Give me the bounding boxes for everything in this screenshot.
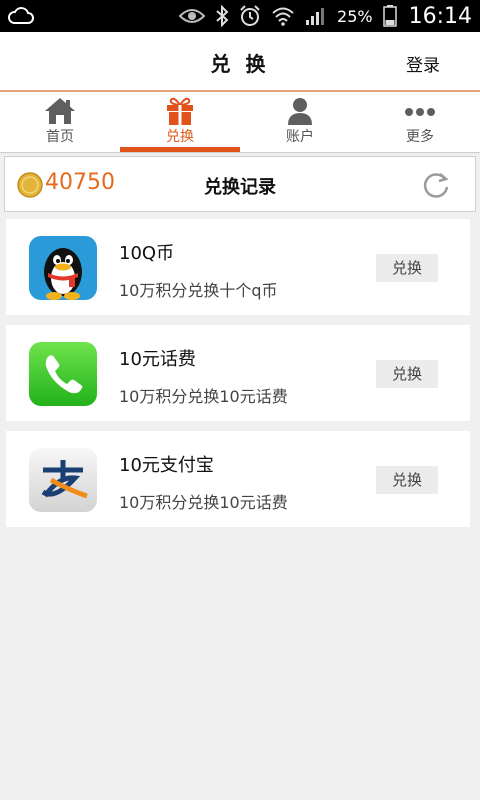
home-icon: [45, 98, 75, 124]
tab-label: 首页: [46, 129, 74, 145]
battery-icon: [382, 5, 397, 27]
user-icon: [288, 98, 312, 125]
item-name: 10元支付宝: [119, 455, 214, 476]
qq-penguin-icon: [29, 236, 97, 300]
app-header: 兑 换 登录: [0, 32, 480, 90]
item-description: 10万积分兑换10元话费: [119, 493, 288, 512]
login-button[interactable]: 登录: [406, 51, 440, 76]
clock: 16:14: [408, 3, 472, 29]
refresh-icon[interactable]: [421, 170, 451, 200]
item-description: 10万积分兑换10元话费: [119, 387, 288, 406]
redeem-button[interactable]: 兑换: [376, 360, 438, 388]
signal-icon: [306, 8, 325, 25]
list-item: 10元支付宝 10万积分兑换10元话费 兑换: [6, 431, 470, 527]
exchange-records-link[interactable]: 兑换记录: [5, 173, 475, 199]
tab-label: 账户: [286, 129, 314, 145]
item-name: 10元话费: [119, 349, 196, 370]
tab-bar: 首页 兑换 账户 更多: [0, 92, 480, 152]
eye-icon: [179, 9, 206, 23]
redeem-button[interactable]: 兑换: [376, 466, 438, 494]
list-item: 10元话费 10万积分兑换10元话费 兑换: [6, 325, 470, 421]
gift-icon: [167, 97, 193, 125]
alarm-icon: [240, 5, 260, 26]
wifi-icon: [272, 7, 294, 26]
tab-exchange[interactable]: 兑换: [120, 92, 240, 152]
tab-account[interactable]: 账户: [240, 92, 360, 152]
more-icon: [405, 108, 435, 116]
cloud-icon: [8, 7, 34, 24]
item-description: 10万积分兑换十个q币: [119, 281, 278, 300]
points-bar: 40750 兑换记录: [4, 156, 476, 212]
battery-percent: 25%: [337, 6, 373, 26]
redeem-button[interactable]: 兑换: [376, 254, 438, 282]
list-item: 10Q币 10万积分兑换十个q币 兑换: [6, 219, 470, 315]
tab-label: 更多: [406, 129, 434, 145]
phone-icon: [29, 342, 97, 406]
tab-bar-divider: [0, 152, 480, 153]
item-name: 10Q币: [119, 243, 175, 264]
tab-more[interactable]: 更多: [360, 92, 480, 152]
bluetooth-icon: [216, 5, 229, 27]
tab-label: 兑换: [166, 129, 194, 145]
alipay-icon: [29, 448, 97, 512]
status-bar: 25% 16:14: [0, 0, 480, 32]
tab-home[interactable]: 首页: [0, 92, 120, 152]
